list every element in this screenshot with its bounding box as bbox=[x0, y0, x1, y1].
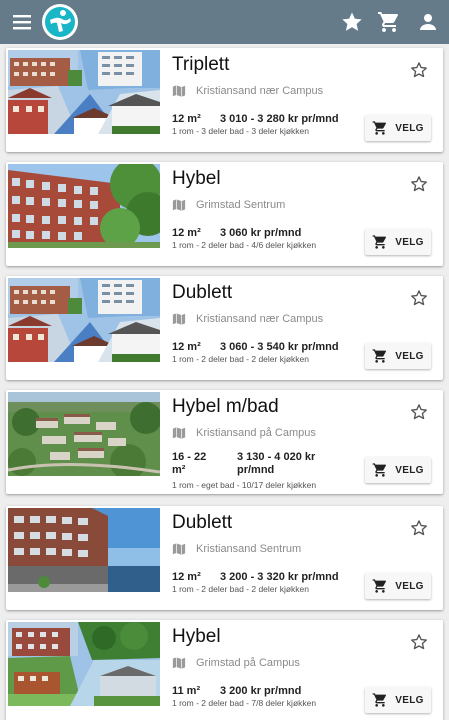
listing-title: Dublett bbox=[172, 282, 233, 303]
listing-location: Grimstad Sentrum bbox=[172, 197, 285, 213]
velg-button[interactable]: VELG bbox=[365, 687, 431, 713]
velg-button[interactable]: VELG bbox=[365, 457, 431, 483]
favorite-star-icon[interactable] bbox=[409, 288, 429, 308]
listing-image bbox=[8, 622, 160, 706]
listing-details: 1 rom - 2 deler bad - 4/6 deler kjøkken bbox=[172, 240, 317, 250]
listing-price: 3 200 - 3 320 kr pr/mnd bbox=[220, 571, 339, 583]
location-text: Grimstad på Campus bbox=[196, 657, 300, 669]
listing-size: 16 - 22 m² bbox=[172, 451, 207, 476]
listing-size: 12 m² bbox=[172, 341, 201, 353]
cart-icon bbox=[372, 121, 387, 135]
listing-image bbox=[8, 164, 160, 248]
location-text: Kristiansand Sentrum bbox=[196, 543, 302, 555]
location-text: Grimstad Sentrum bbox=[196, 199, 286, 211]
listing-image bbox=[8, 50, 160, 134]
favorites-star-icon[interactable] bbox=[340, 10, 364, 34]
velg-label: VELG bbox=[395, 694, 424, 706]
listing-details: 1 rom - 2 deler bad - 7/8 deler kjøkken bbox=[172, 698, 317, 708]
cart-icon bbox=[372, 693, 387, 707]
listing-card[interactable]: Dublett Kristiansand nær Campus 12 m² 3 … bbox=[6, 276, 443, 380]
listing-size: 12 m² bbox=[172, 227, 201, 239]
velg-label: VELG bbox=[395, 350, 424, 362]
listing-title: Dublett bbox=[172, 512, 233, 533]
listing-title: Triplett bbox=[172, 54, 230, 75]
map-icon bbox=[172, 657, 186, 669]
velg-button[interactable]: VELG bbox=[365, 115, 431, 141]
account-icon[interactable] bbox=[416, 10, 440, 34]
map-icon bbox=[172, 199, 186, 211]
favorite-star-icon[interactable] bbox=[409, 174, 429, 194]
velg-label: VELG bbox=[395, 122, 424, 134]
cart-icon bbox=[372, 463, 387, 477]
velg-label: VELG bbox=[395, 580, 424, 592]
listing-title: Hybel m/bad bbox=[172, 396, 279, 417]
velg-button[interactable]: VELG bbox=[365, 229, 431, 255]
listing-card[interactable]: Hybel Grimstad Sentrum 12 m² 3 060 kr pr… bbox=[6, 162, 443, 266]
velg-button[interactable]: VELG bbox=[365, 343, 431, 369]
listing-title: Hybel bbox=[172, 168, 221, 189]
app-logo[interactable] bbox=[42, 4, 78, 40]
listing-image bbox=[8, 392, 160, 476]
listing-location: Kristiansand Sentrum bbox=[172, 541, 301, 557]
velg-button[interactable]: VELG bbox=[365, 573, 431, 599]
map-icon bbox=[172, 427, 186, 439]
location-text: Kristiansand nær Campus bbox=[196, 313, 324, 325]
listing-price: 3 060 - 3 540 kr pr/mnd bbox=[220, 341, 339, 353]
listing-image bbox=[8, 508, 160, 592]
listing-price: 3 010 - 3 280 kr pr/mnd bbox=[220, 113, 339, 125]
listing-title: Hybel bbox=[172, 626, 221, 647]
listing-size: 12 m² bbox=[172, 571, 201, 583]
listing-card[interactable]: Dublett Kristiansand Sentrum 12 m² 3 200… bbox=[6, 506, 443, 610]
listing-details: 1 rom - eget bad - 10/17 deler kjøkken bbox=[172, 480, 317, 490]
cart-icon bbox=[372, 235, 387, 249]
listing-location: Kristiansand nær Campus bbox=[172, 311, 323, 327]
app-bar bbox=[0, 0, 449, 44]
map-icon bbox=[172, 543, 186, 555]
listing-details: 1 rom - 2 deler bad - 2 deler kjøkken bbox=[172, 584, 310, 594]
velg-label: VELG bbox=[395, 236, 424, 248]
listing-location: Kristiansand nær Campus bbox=[172, 83, 323, 99]
cart-icon bbox=[372, 579, 387, 593]
listing-card[interactable]: Hybel m/bad Kristiansand på Campus 16 - … bbox=[6, 390, 443, 494]
listing-card[interactable]: Triplett Kristiansand nær Campus 12 m² 3… bbox=[6, 48, 443, 152]
listing-price: 3 200 kr pr/mnd bbox=[220, 685, 302, 697]
listing-price: 3 060 kr pr/mnd bbox=[220, 227, 302, 239]
listing-image bbox=[8, 278, 160, 362]
velg-label: VELG bbox=[395, 464, 424, 476]
map-icon bbox=[172, 313, 186, 325]
listing-card[interactable]: Hybel Grimstad på Campus 11 m² 3 200 kr … bbox=[6, 620, 443, 720]
listing-location: Grimstad på Campus bbox=[172, 655, 300, 671]
listing-price: 3 130 - 4 020 kr pr/mnd bbox=[237, 451, 316, 476]
location-text: Kristiansand nær Campus bbox=[196, 85, 324, 97]
favorite-star-icon[interactable] bbox=[409, 402, 429, 422]
listing-details: 1 rom - 3 deler bad - 3 deler kjøkken bbox=[172, 126, 310, 136]
map-icon bbox=[172, 85, 186, 97]
listing-size: 11 m² bbox=[172, 685, 201, 697]
favorite-star-icon[interactable] bbox=[409, 60, 429, 80]
cart-icon[interactable] bbox=[377, 10, 401, 34]
cart-icon bbox=[372, 349, 387, 363]
listing-location: Kristiansand på Campus bbox=[172, 425, 316, 441]
listing-details: 1 rom - 2 deler bad - 2 deler kjøkken bbox=[172, 354, 310, 364]
favorite-star-icon[interactable] bbox=[409, 518, 429, 538]
favorite-star-icon[interactable] bbox=[409, 632, 429, 652]
location-text: Kristiansand på Campus bbox=[196, 427, 316, 439]
menu-icon[interactable] bbox=[12, 12, 32, 32]
listing-size: 12 m² bbox=[172, 113, 201, 125]
